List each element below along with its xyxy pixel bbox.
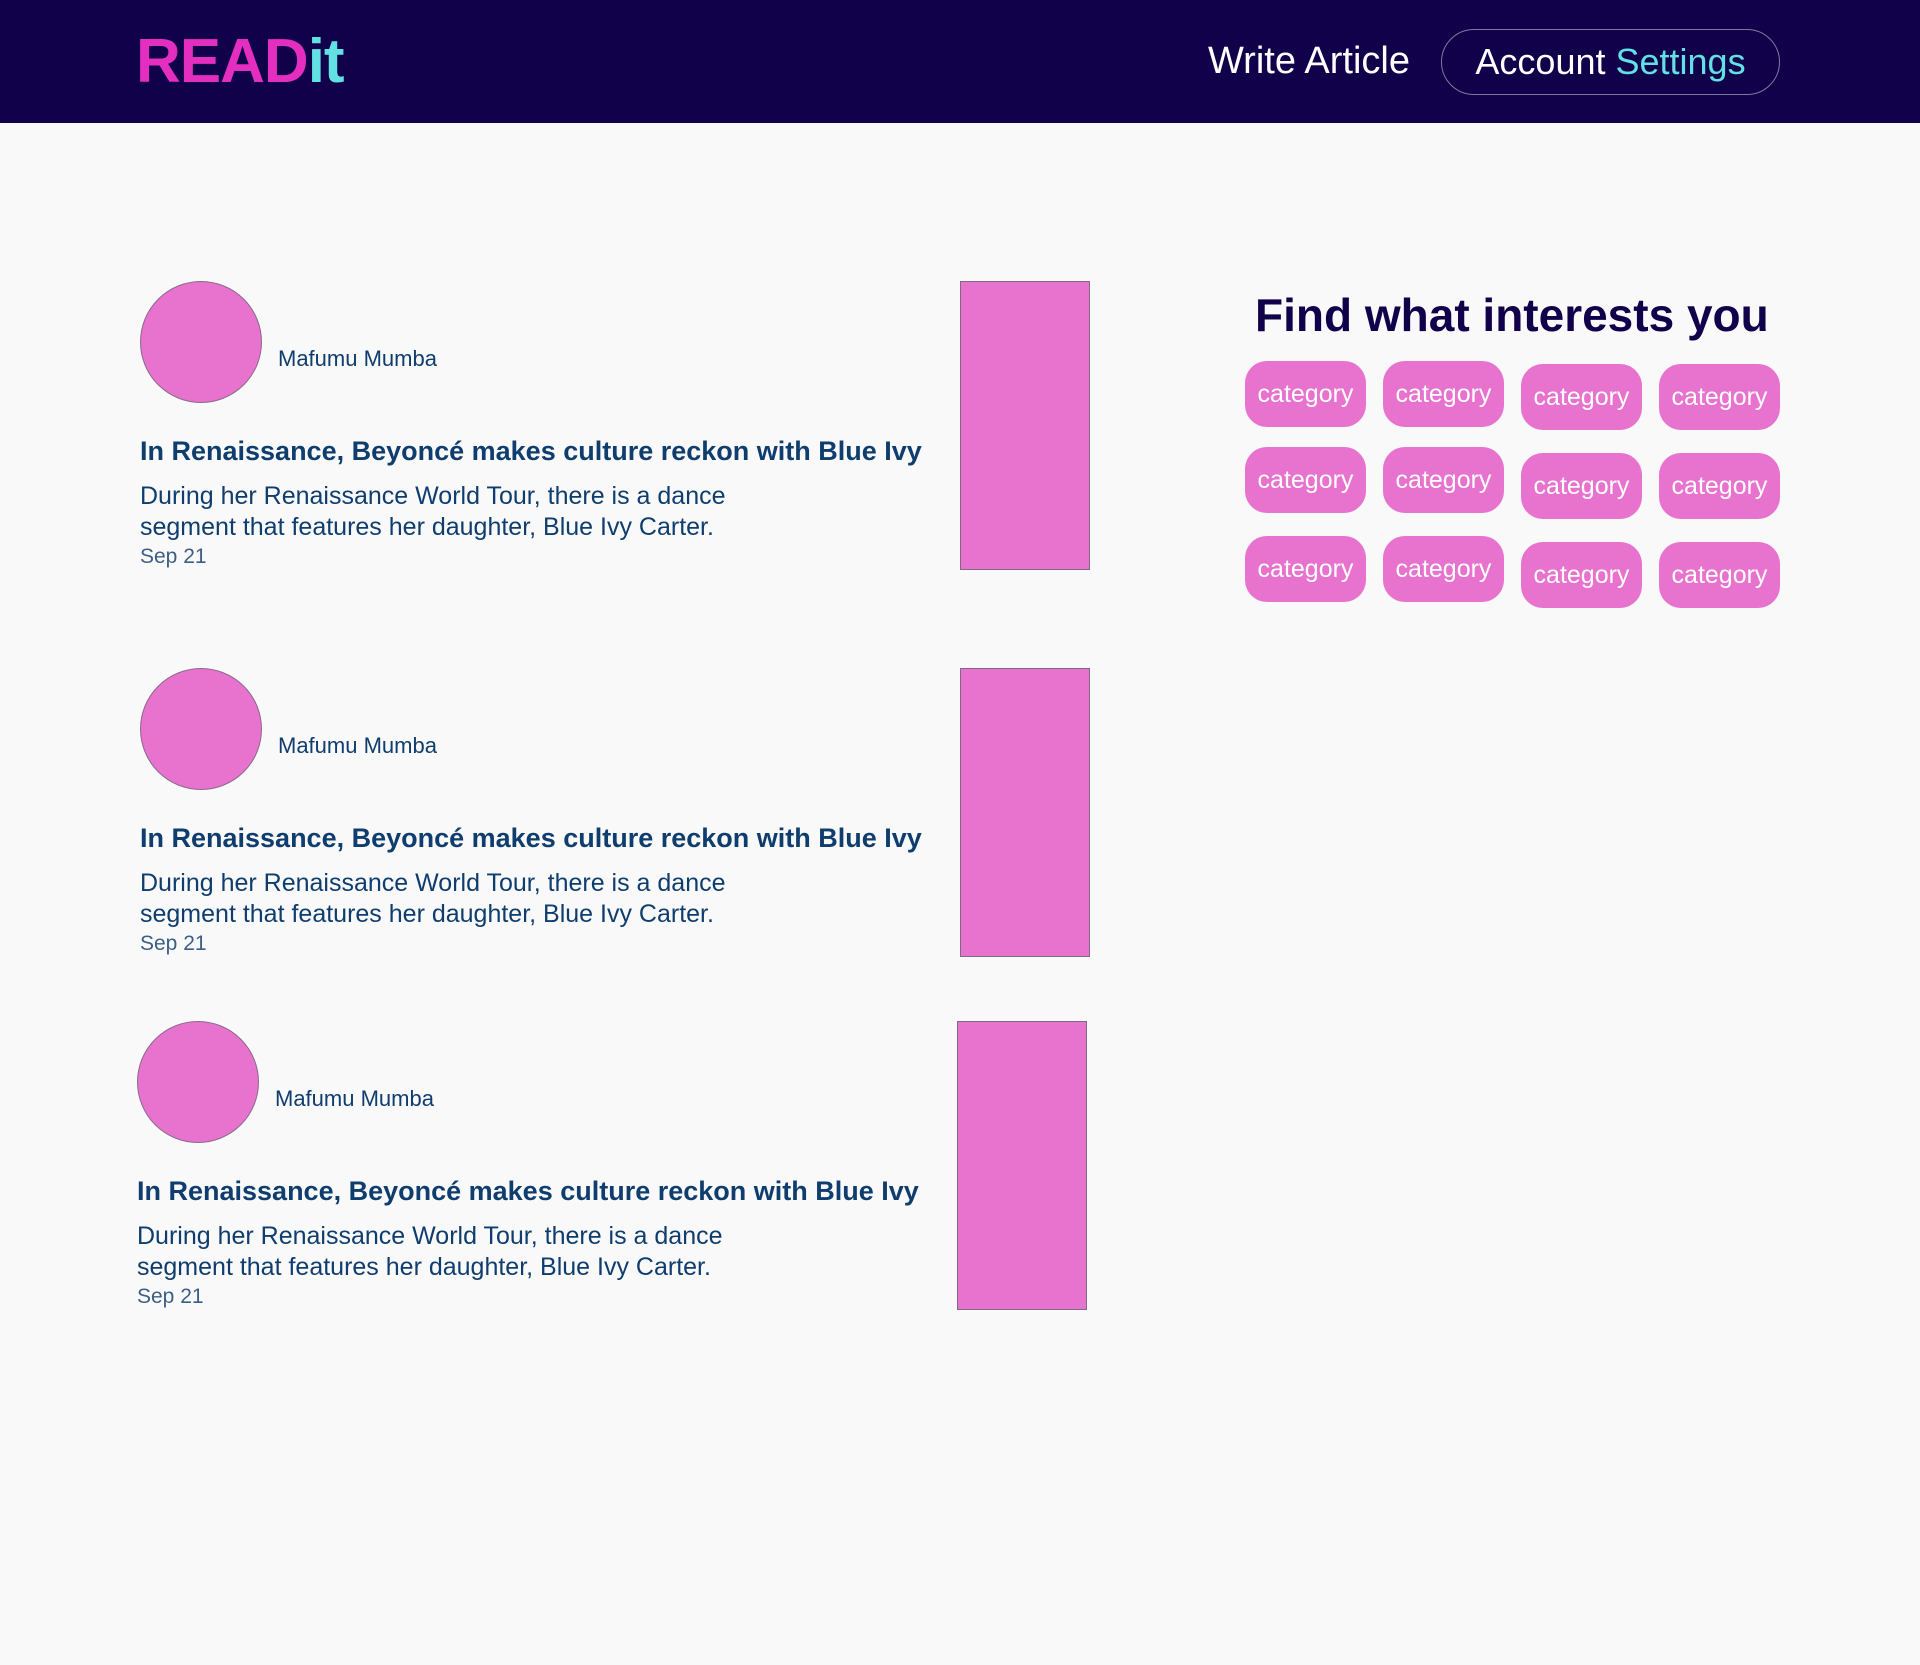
article-thumbnail[interactable] (960, 668, 1090, 957)
author-avatar[interactable] (140, 668, 262, 790)
category-chip[interactable]: category (1659, 453, 1780, 519)
article-date: Sep 21 (137, 1285, 204, 1308)
write-article-link[interactable]: Write Article (1208, 38, 1410, 84)
account-settings-button[interactable]: Account Settings (1441, 29, 1780, 95)
author-name[interactable]: Mafumu Mumba (278, 346, 437, 372)
settings-label: Settings (1615, 41, 1746, 82)
category-chip[interactable]: category (1245, 447, 1366, 513)
account-label: Account (1475, 41, 1606, 82)
article-date: Sep 21 (140, 545, 207, 568)
author-avatar[interactable] (140, 281, 262, 403)
category-chip[interactable]: category (1383, 536, 1504, 602)
category-chip[interactable]: category (1659, 542, 1780, 608)
readit-logo[interactable]: READit (136, 27, 345, 96)
article-thumbnail[interactable] (957, 1021, 1087, 1310)
category-chip[interactable]: category (1245, 361, 1366, 427)
article-date: Sep 21 (140, 932, 207, 955)
author-avatar[interactable] (137, 1021, 259, 1143)
article-excerpt: During her Renaissance World Tour, there… (140, 482, 726, 541)
article-title[interactable]: In Renaissance, Beyoncé makes culture re… (140, 822, 922, 854)
category-chip[interactable]: category (1521, 364, 1642, 430)
top-navbar: READit Write Article Account Settings (0, 0, 1920, 123)
logo-it: it (307, 27, 345, 96)
author-name[interactable]: Mafumu Mumba (275, 1086, 434, 1112)
article-excerpt: During her Renaissance World Tour, there… (140, 869, 726, 928)
category-chip[interactable]: category (1521, 542, 1642, 608)
category-chip[interactable]: category (1245, 536, 1366, 602)
category-chip[interactable]: category (1521, 453, 1642, 519)
article-thumbnail[interactable] (960, 281, 1090, 570)
article-title[interactable]: In Renaissance, Beyoncé makes culture re… (140, 435, 922, 467)
article-excerpt: During her Renaissance World Tour, there… (137, 1222, 723, 1281)
interests-heading: Find what interests you (1255, 289, 1769, 341)
logo-read: READ (136, 27, 309, 96)
article-title[interactable]: In Renaissance, Beyoncé makes culture re… (137, 1175, 919, 1207)
category-chip[interactable]: category (1383, 447, 1504, 513)
category-chip[interactable]: category (1659, 364, 1780, 430)
author-name[interactable]: Mafumu Mumba (278, 733, 437, 759)
category-chip[interactable]: category (1383, 361, 1504, 427)
